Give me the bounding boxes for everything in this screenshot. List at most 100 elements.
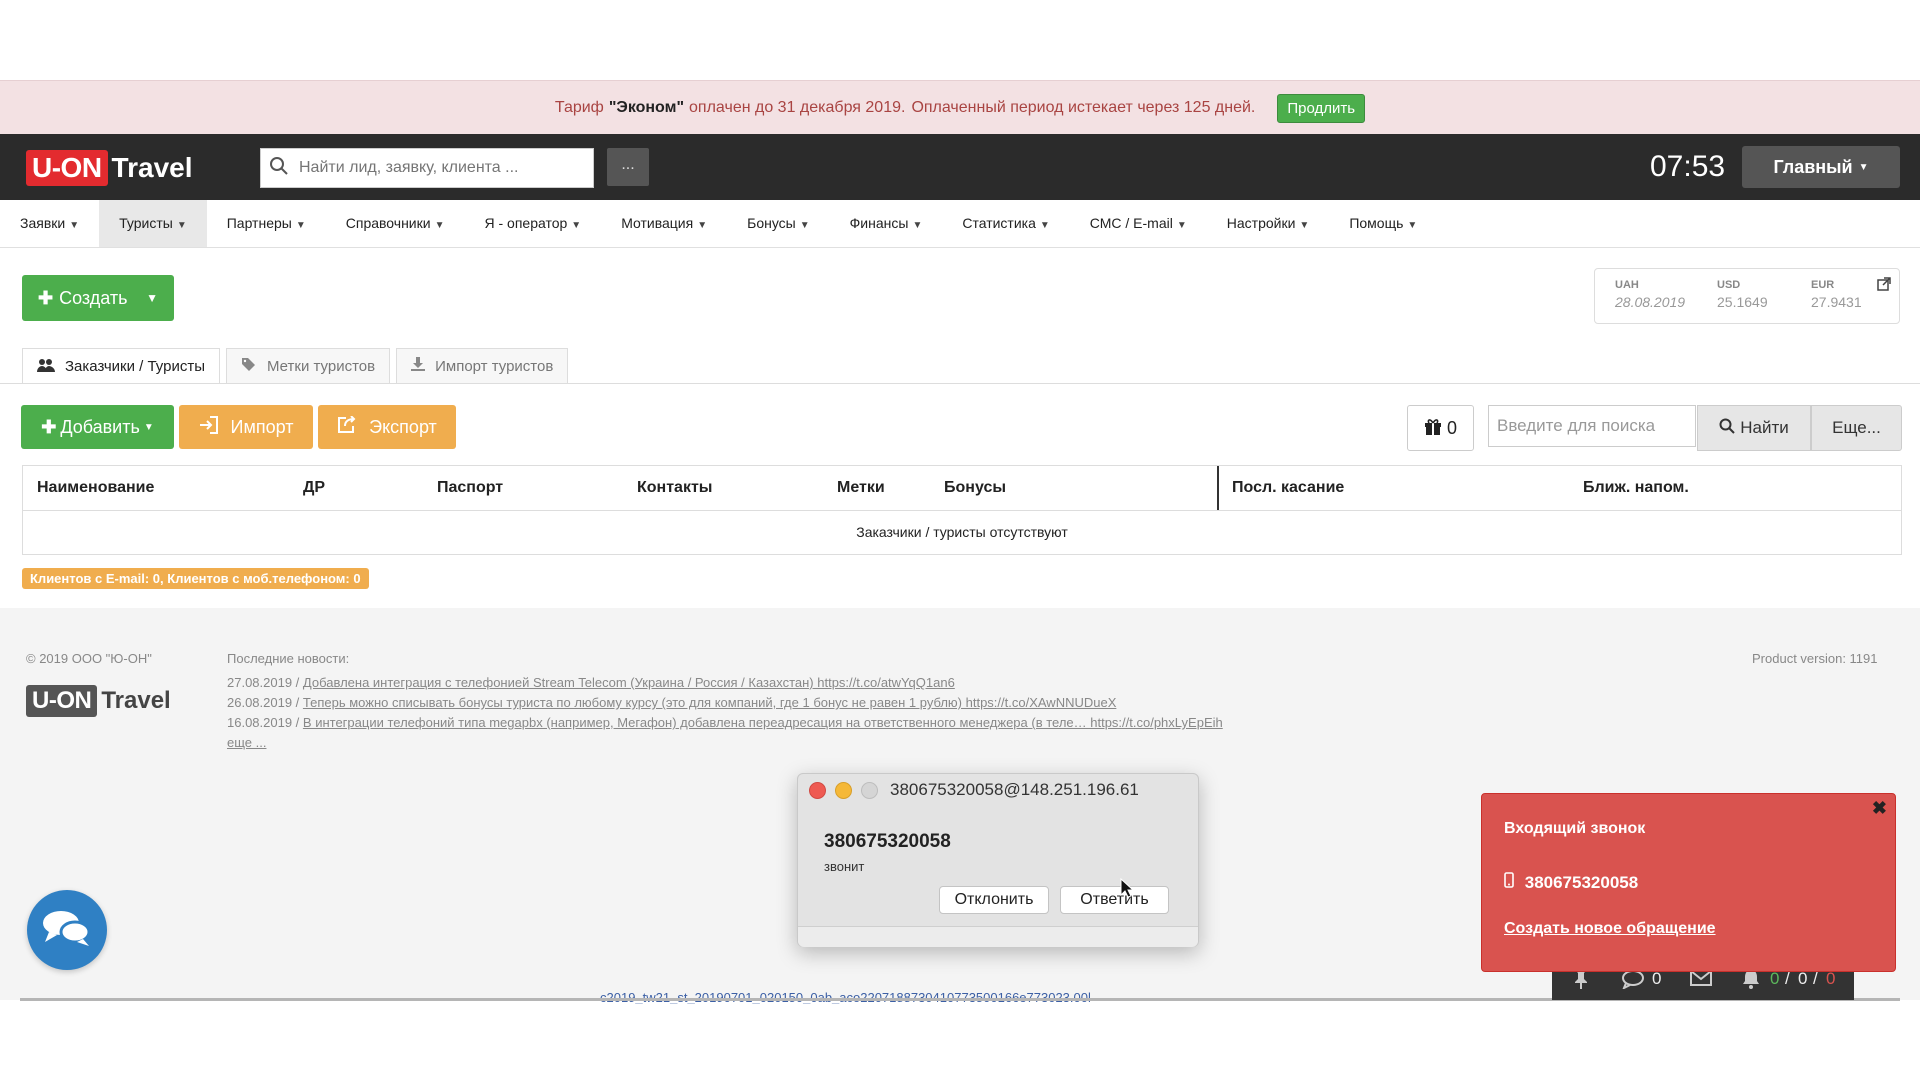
- more-news-link[interactable]: еще ...: [227, 735, 266, 750]
- nav-item-sms-email[interactable]: СМС / E-mail ▼: [1070, 200, 1207, 247]
- column-tags[interactable]: Метки: [837, 466, 885, 510]
- footer-logo-travel: Travel: [101, 687, 171, 714]
- rate-value: 25.1649: [1717, 294, 1768, 310]
- list-search-input[interactable]: Введите для поиска: [1488, 405, 1696, 447]
- list-search-placeholder: Введите для поиска: [1497, 416, 1656, 435]
- global-search[interactable]: [260, 148, 594, 188]
- answer-button[interactable]: Ответить: [1060, 886, 1169, 914]
- nav-label: Справочники: [345, 215, 431, 231]
- import-button[interactable]: Импорт: [179, 405, 313, 449]
- close-window-icon[interactable]: [809, 782, 826, 799]
- news-item: 16.08.2019 / В интеграции телефоний типа…: [227, 715, 1223, 730]
- nav-item-references[interactable]: Справочники ▼: [326, 200, 465, 247]
- renew-button[interactable]: Продлить: [1277, 93, 1366, 123]
- column-divider: [1217, 466, 1219, 510]
- caret-down-icon: ▼: [143, 421, 154, 433]
- notif-count-total: 0: [1798, 969, 1808, 988]
- caret-down-icon: ▼: [1176, 220, 1187, 231]
- tab-customers[interactable]: Заказчики / Туристы: [22, 348, 221, 384]
- rate-uah: UAH 28.08.2019: [1615, 279, 1685, 310]
- news-date: 27.08.2019 /: [227, 675, 300, 690]
- nav-item-statistics[interactable]: Статистика ▼: [942, 200, 1069, 247]
- caret-down-icon: ▼: [434, 220, 445, 231]
- bonus-gift-button[interactable]: 0: [1407, 405, 1474, 451]
- more-filters-button[interactable]: Еще...: [1811, 405, 1902, 451]
- customers-table: Наименование ДР Паспорт Контакты Метки Б…: [22, 465, 1902, 555]
- caret-down-icon: ▼: [1407, 220, 1418, 231]
- rate-label: EUR: [1811, 279, 1835, 291]
- nav-item-bonuses[interactable]: Бонусы ▼: [727, 200, 830, 247]
- maximize-window-icon[interactable]: [861, 782, 878, 799]
- news-link[interactable]: Теперь можно списывать бонусы туриста по…: [303, 695, 1116, 710]
- pin-icon[interactable]: [1574, 969, 1588, 994]
- nav-item-help[interactable]: Помощь ▼: [1329, 200, 1437, 247]
- news-link[interactable]: Добавлена интеграция с телефонией Stream…: [303, 675, 955, 690]
- close-icon[interactable]: ✖: [1872, 798, 1887, 819]
- caret-down-icon: ▼: [295, 220, 306, 231]
- tab-label: Метки туристов: [267, 357, 376, 375]
- import-label: Импорт: [230, 416, 294, 437]
- rate-label: UAH: [1615, 279, 1639, 291]
- mail-icon[interactable]: [1690, 969, 1712, 992]
- nav-item-motivation[interactable]: Мотивация ▼: [601, 200, 727, 247]
- nav-item-finance[interactable]: Финансы ▼: [830, 200, 943, 247]
- banner-plan: "Эконом": [608, 99, 685, 116]
- column-birthday[interactable]: ДР: [303, 466, 325, 510]
- clients-stats-badge: Клиентов с E-mail: 0, Клиентов с моб.тел…: [22, 568, 369, 589]
- nav-label: Настройки: [1226, 215, 1296, 231]
- find-button[interactable]: Найти: [1697, 405, 1811, 451]
- rate-value: 27.9431: [1811, 294, 1862, 310]
- column-bonuses[interactable]: Бонусы: [944, 466, 1006, 510]
- notif-count-overdue: 0: [1826, 969, 1836, 988]
- nav-label: Заявки: [20, 215, 66, 231]
- empty-table-message: Заказчики / туристы отсутствуют: [856, 524, 1068, 540]
- gift-count: 0: [1446, 417, 1457, 438]
- nav-item-requests[interactable]: Заявки ▼: [0, 200, 99, 247]
- news-link[interactable]: В интеграции телефоний типа megapbx (нап…: [303, 715, 1223, 730]
- messages-count: 0: [1652, 969, 1662, 988]
- banner-paid-until: оплачен до 31 декабря 2019.: [689, 99, 906, 116]
- external-link-icon[interactable]: [1877, 277, 1891, 294]
- notif-separator: /: [1785, 969, 1790, 988]
- decline-button[interactable]: Отклонить: [939, 886, 1049, 914]
- create-request-link[interactable]: Создать новое обращение: [1504, 920, 1716, 938]
- main-dropdown[interactable]: Главный ▼: [1742, 146, 1900, 188]
- banner-expires: Оплаченный период истекает через 125 дне…: [911, 99, 1256, 116]
- banner-prefix: Тариф: [554, 99, 604, 116]
- dialog-titlebar[interactable]: 380675320058@148.251.196.61: [798, 774, 1198, 804]
- column-next-reminder[interactable]: Ближ. напом.: [1583, 466, 1689, 510]
- create-label: Создать: [59, 287, 128, 308]
- bell-icon[interactable]: [1742, 969, 1760, 994]
- news-title: Последние новости:: [227, 651, 350, 666]
- nav-item-settings[interactable]: Настройки ▼: [1207, 200, 1330, 247]
- chat-widget-button[interactable]: [27, 890, 107, 970]
- news-item: 27.08.2019 / Добавлена интеграция с теле…: [227, 675, 955, 690]
- rate-label: USD: [1717, 279, 1741, 291]
- footer-logo: U-ON Travel: [26, 685, 171, 717]
- create-button[interactable]: ✚ Создать ▼: [22, 275, 174, 321]
- column-name[interactable]: Наименование: [37, 466, 154, 510]
- nav-item-operator[interactable]: Я - оператор ▼: [464, 200, 601, 247]
- tab-tourist-import[interactable]: Импорт туристов: [396, 348, 569, 383]
- minimize-window-icon[interactable]: [835, 782, 852, 799]
- column-contacts[interactable]: Контакты: [637, 466, 712, 510]
- copyright: © 2019 ООО "Ю-ОН": [26, 651, 152, 666]
- nav-item-partners[interactable]: Партнеры ▼: [207, 200, 326, 247]
- search-more-button[interactable]: ...: [607, 148, 649, 186]
- nav-item-tourists[interactable]: Туристы ▼: [99, 200, 207, 247]
- global-search-input[interactable]: [297, 158, 581, 178]
- add-button[interactable]: ✚ Добавить ▼: [21, 405, 174, 449]
- chat-icon[interactable]: [1622, 969, 1646, 994]
- notif-count-new: 0: [1770, 969, 1780, 988]
- column-passport[interactable]: Паспорт: [437, 466, 503, 510]
- export-button[interactable]: Экспорт: [318, 405, 456, 449]
- search-icon: [1719, 418, 1735, 439]
- column-last-contact[interactable]: Посл. касание: [1232, 466, 1344, 510]
- currency-rates: UAH 28.08.2019 USD 25.1649 EUR 27.9431: [1594, 268, 1900, 324]
- plus-icon: ✚: [38, 287, 54, 308]
- tab-tourist-tags[interactable]: Метки туристов: [226, 348, 391, 383]
- caret-down-icon: ▼: [697, 220, 708, 231]
- caret-down-icon: ▼: [1299, 220, 1310, 231]
- logo[interactable]: U-ON Travel: [26, 150, 193, 186]
- footer-logo-uon: U-ON: [26, 685, 98, 717]
